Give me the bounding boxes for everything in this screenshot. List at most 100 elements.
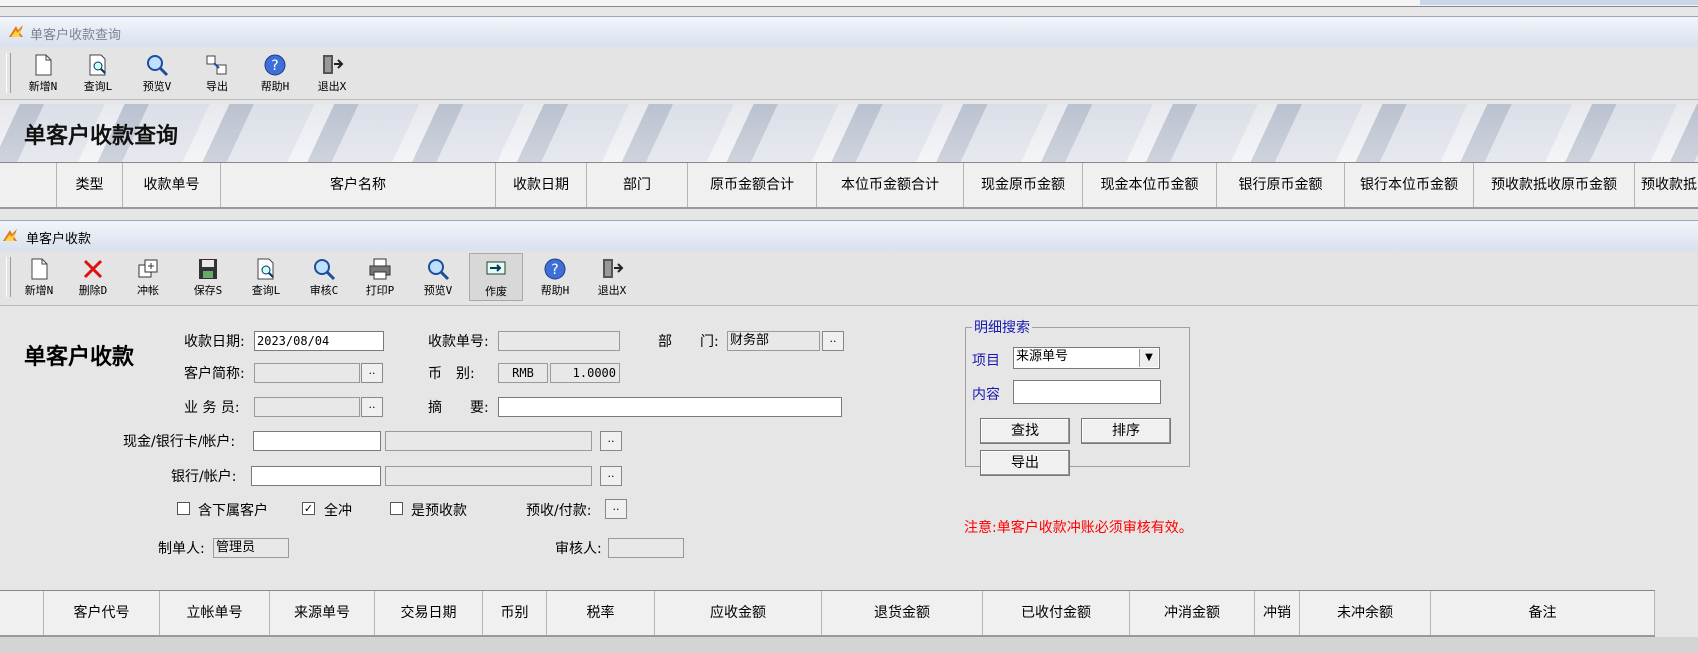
void-button[interactable]: 作废 bbox=[469, 253, 523, 301]
column-header[interactable]: 预收款抵 bbox=[1635, 163, 1698, 207]
column-header[interactable]: 原币金额合计 bbox=[688, 163, 817, 207]
query-window-title: 单客户收款查询 bbox=[30, 28, 122, 43]
column-header[interactable]: 银行本位币金额 bbox=[1345, 163, 1474, 207]
help-icon: ? bbox=[544, 258, 566, 280]
row-indicator-header bbox=[0, 591, 44, 635]
query-exit-button[interactable]: 退出X bbox=[305, 49, 359, 97]
query-preview-button[interactable]: 预览V bbox=[130, 49, 184, 97]
auditor-input[interactable] bbox=[608, 538, 684, 558]
detail-search-legend: 明细搜索 bbox=[974, 320, 1030, 336]
button-label: 保存S bbox=[193, 284, 223, 297]
column-header[interactable]: 客户名称 bbox=[221, 163, 496, 207]
receipt-window-titlebar: 单客户收款 bbox=[0, 220, 1698, 252]
exit-icon bbox=[323, 55, 344, 74]
customer-lookup-button[interactable]: .. bbox=[361, 363, 383, 383]
help-button[interactable]: ? 帮助H bbox=[528, 253, 582, 301]
receipt-date-label: 收款日期: bbox=[184, 334, 245, 350]
query-button[interactable]: 查询L bbox=[239, 253, 293, 301]
column-header[interactable]: 立帐单号 bbox=[160, 591, 270, 635]
column-header[interactable]: 应收金额 bbox=[655, 591, 822, 635]
printer-icon bbox=[369, 258, 391, 280]
department-lookup-button[interactable]: .. bbox=[822, 331, 844, 351]
column-header[interactable]: 收款单号 bbox=[123, 163, 221, 207]
column-header[interactable]: 类型 bbox=[57, 163, 123, 207]
offset-icon bbox=[138, 259, 158, 278]
salesman-label: 业 务 员: bbox=[184, 400, 240, 416]
column-header[interactable]: 冲消金额 bbox=[1130, 591, 1255, 635]
column-header[interactable]: 现金本位币金额 bbox=[1083, 163, 1217, 207]
column-header[interactable]: 已收付金额 bbox=[983, 591, 1130, 635]
query-export-button[interactable]: 导出 bbox=[190, 49, 244, 97]
column-header[interactable]: 本位币金额合计 bbox=[817, 163, 964, 207]
column-header[interactable]: 客户代号 bbox=[44, 591, 160, 635]
export-button[interactable]: 导出 bbox=[980, 450, 1070, 476]
new-doc-icon bbox=[35, 54, 52, 76]
content-input[interactable] bbox=[1013, 380, 1161, 404]
toolbar-grip[interactable] bbox=[6, 257, 11, 297]
cash-account-lookup-button[interactable]: .. bbox=[600, 431, 622, 451]
detail-grid-header: 客户代号 立帐单号 来源单号 交易日期 币别 税率 应收金额 退货金额 已收付金… bbox=[0, 590, 1655, 637]
svg-text:?: ? bbox=[271, 58, 278, 74]
offset-button[interactable]: 冲帐 bbox=[121, 253, 175, 301]
column-header[interactable]: 预收款抵收原币金额 bbox=[1474, 163, 1635, 207]
column-header[interactable]: 部门 bbox=[587, 163, 688, 207]
cash-account-input[interactable] bbox=[253, 431, 381, 451]
app-logo-icon bbox=[9, 25, 23, 37]
button-label: 退出X bbox=[597, 284, 627, 297]
query-doc-icon bbox=[257, 258, 274, 280]
currency-label: 币 别: bbox=[428, 366, 475, 382]
query-banner-title: 单客户收款查询 bbox=[24, 123, 179, 149]
bank-account-name bbox=[385, 466, 592, 486]
customer-input[interactable] bbox=[254, 363, 360, 383]
audit-button[interactable]: 审核C bbox=[297, 253, 351, 301]
column-header[interactable]: 退货金额 bbox=[822, 591, 983, 635]
column-header[interactable]: 冲销 bbox=[1255, 591, 1300, 635]
receipt-date-input[interactable]: 2023/08/04 bbox=[254, 331, 384, 351]
item-select[interactable]: 来源单号 ▼ bbox=[1013, 347, 1160, 369]
column-header[interactable]: 收款日期 bbox=[496, 163, 587, 207]
currency-code[interactable]: RMB bbox=[498, 363, 548, 383]
column-header[interactable]: 备注 bbox=[1431, 591, 1655, 635]
column-header[interactable]: 现金原币金额 bbox=[964, 163, 1083, 207]
chevron-down-icon[interactable]: ▼ bbox=[1139, 349, 1158, 367]
salesman-lookup-button[interactable]: .. bbox=[361, 397, 383, 417]
button-label: 导出 bbox=[206, 80, 228, 93]
toolbar-grip[interactable] bbox=[6, 53, 11, 93]
column-header[interactable]: 未冲余额 bbox=[1300, 591, 1431, 635]
receipt-number-input[interactable] bbox=[498, 331, 620, 351]
query-help-button[interactable]: ? 帮助H bbox=[248, 49, 302, 97]
cash-account-name bbox=[385, 431, 592, 451]
query-query-button[interactable]: 查询L bbox=[71, 49, 125, 97]
summary-input[interactable] bbox=[498, 397, 842, 417]
column-header[interactable]: 币别 bbox=[483, 591, 547, 635]
delete-button[interactable]: 删除D bbox=[66, 253, 120, 301]
query-window-titlebar: 单客户收款查询 bbox=[0, 16, 1698, 48]
preview-button[interactable]: 预览V bbox=[411, 253, 465, 301]
save-button[interactable]: 保存S bbox=[181, 253, 235, 301]
exit-button[interactable]: 退出X bbox=[585, 253, 639, 301]
exchange-rate[interactable]: 1.0000 bbox=[550, 363, 620, 383]
column-header[interactable]: 来源单号 bbox=[270, 591, 375, 635]
prepaid-checkbox[interactable] bbox=[390, 502, 403, 515]
sort-button[interactable]: 排序 bbox=[1081, 418, 1171, 444]
help-icon: ? bbox=[264, 54, 286, 76]
content-label: 内容 bbox=[972, 387, 1000, 403]
maker-input[interactable]: 管理员 bbox=[213, 538, 289, 558]
include-sub-customer-checkbox[interactable] bbox=[177, 502, 190, 515]
column-header[interactable]: 交易日期 bbox=[375, 591, 483, 635]
query-doc-icon bbox=[89, 54, 106, 76]
salesman-input[interactable] bbox=[254, 397, 360, 417]
cash-account-label: 现金/银行卡/帐户: bbox=[123, 434, 236, 450]
bank-account-lookup-button[interactable]: .. bbox=[600, 466, 622, 486]
column-header[interactable]: 税率 bbox=[547, 591, 655, 635]
bank-account-input[interactable] bbox=[251, 466, 381, 486]
find-button[interactable]: 查找 bbox=[980, 418, 1070, 444]
department-input[interactable]: 财务部 bbox=[727, 331, 820, 351]
new-button[interactable]: 新增N bbox=[12, 253, 66, 301]
button-label: 新增N bbox=[24, 284, 54, 297]
query-new-button[interactable]: 新增N bbox=[16, 49, 70, 97]
full-offset-checkbox[interactable]: ✓ bbox=[302, 502, 315, 515]
print-button[interactable]: 打印P bbox=[353, 253, 407, 301]
prepay-lookup-button[interactable]: .. bbox=[605, 499, 627, 519]
column-header[interactable]: 银行原币金额 bbox=[1217, 163, 1345, 207]
